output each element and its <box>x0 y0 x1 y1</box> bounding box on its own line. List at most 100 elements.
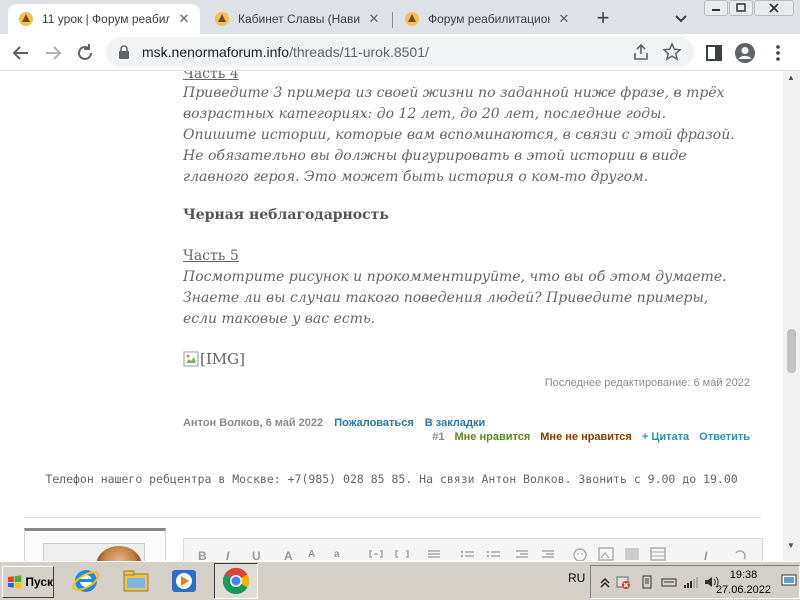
outdent-icon[interactable] <box>514 549 530 559</box>
reply-button[interactable]: Ответить <box>699 431 750 443</box>
taskbar-explorer[interactable] <box>118 563 154 599</box>
language-indicator[interactable]: RU <box>568 571 585 585</box>
tab-forum-lesson[interactable]: 11 урок | Форум реабили ✕ <box>8 4 200 34</box>
bullet-list-icon[interactable] <box>460 549 476 559</box>
report-link[interactable]: Пожаловаться <box>334 417 414 429</box>
smiley-icon[interactable] <box>572 547 588 561</box>
media-insert-icon[interactable] <box>624 547 640 561</box>
back-arrow-icon[interactable] <box>10 42 32 64</box>
file-explorer-icon <box>123 570 149 592</box>
clock[interactable]: 19:38 27.06.2022 <box>716 568 771 598</box>
italic-button[interactable]: I <box>226 549 229 561</box>
tab-title: Кабинет Славы (Нави) | ( <box>238 12 360 26</box>
forum-favicon-icon <box>405 12 419 26</box>
signal-bars-icon[interactable] <box>683 574 699 590</box>
start-label: Пуск <box>25 575 53 589</box>
reload-icon[interactable] <box>74 42 96 64</box>
share-icon[interactable] <box>632 43 650 61</box>
side-panel-icon[interactable] <box>703 42 725 64</box>
dislike-button[interactable]: Мне не нравится <box>540 431 632 443</box>
reply-editor-toolbar: B I U A A a I <box>183 538 763 561</box>
chrome-icon <box>222 567 250 595</box>
start-button[interactable]: Пуск <box>2 566 54 598</box>
url-path: /threads/11-urok.8501/ <box>289 44 429 60</box>
bookmark-link[interactable]: В закладки <box>425 417 485 429</box>
taskbar-media-player[interactable] <box>166 563 202 599</box>
indent-icon[interactable] <box>540 549 556 559</box>
tab-close-icon[interactable]: ✕ <box>176 11 192 27</box>
scroll-down-icon[interactable]: ▼ <box>787 541 795 550</box>
clear-format-button[interactable]: I <box>704 549 707 561</box>
forward-arrow-icon[interactable] <box>42 42 64 64</box>
new-tab-button[interactable]: + <box>591 7 615 31</box>
undo-icon[interactable] <box>732 547 748 561</box>
tray-expand-chevron-icon[interactable] <box>597 574 613 590</box>
divider <box>24 517 761 518</box>
section-heading: Черная неблагодарность <box>183 207 389 223</box>
part4-title: Часть 4 <box>183 71 239 82</box>
lock-icon[interactable] <box>116 44 132 60</box>
table-insert-icon[interactable] <box>650 547 666 561</box>
forum-favicon-icon <box>19 12 33 26</box>
post-author-date[interactable]: Антон Волков, 6 май 2022 <box>183 417 323 429</box>
windows-taskbar: Пуск RU 19:38 27.06.2022 <box>0 561 800 600</box>
font-size-button[interactable]: A <box>308 549 315 560</box>
profile-avatar-icon[interactable] <box>734 42 756 64</box>
url-text[interactable]: msk.nenormaforum.info/threads/11-urok.85… <box>142 44 429 60</box>
font-family-button[interactable]: a <box>334 549 340 560</box>
image-insert-icon[interactable] <box>598 547 614 561</box>
system-tray: 19:38 27.06.2022 <box>590 565 800 599</box>
part4-text: Приведите 3 примера из своей жизни по за… <box>183 85 735 185</box>
tab-strip: 11 урок | Форум реабили ✕ Кабинет Славы … <box>0 0 800 34</box>
unlink-icon[interactable] <box>394 549 410 559</box>
tab-separator <box>392 12 393 28</box>
media-player-icon <box>172 570 196 592</box>
restore-button[interactable] <box>729 0 753 16</box>
scroll-up-icon[interactable]: ▲ <box>787 73 795 82</box>
post-meta: Антон Волков, 6 май 2022 Пожаловаться В … <box>183 417 485 429</box>
close-window-button[interactable] <box>754 0 794 16</box>
part5-title: Часть 5 <box>183 248 239 264</box>
keyboard-icon[interactable] <box>661 574 677 590</box>
image-alt-text: [IMG] <box>200 350 245 368</box>
like-button[interactable]: Мне нравится <box>455 431 531 443</box>
page-scrollbar[interactable]: ▲ ▼ <box>783 71 800 561</box>
link-icon[interactable] <box>368 549 384 559</box>
font-color-button[interactable]: A <box>284 549 293 561</box>
avatar-photo <box>96 546 142 561</box>
underline-button[interactable]: U <box>252 549 261 561</box>
bold-button[interactable]: B <box>198 549 207 561</box>
last-edited-note: Последнее редактирование: 6 май 2022 <box>544 377 750 389</box>
broken-image-icon <box>183 351 199 367</box>
device-icon[interactable] <box>639 574 655 590</box>
footer-phone-note: Телефон нашего ребцентра в Москве: +7(98… <box>45 472 738 486</box>
quote-button[interactable]: + Цитата <box>642 431 689 443</box>
taskbar-chrome[interactable] <box>214 563 258 599</box>
windows-logo-icon <box>7 575 22 589</box>
tab-forum-rehab[interactable]: Форум реабилитационно ✕ <box>394 4 580 34</box>
tab-title: 11 урок | Форум реабили <box>42 12 170 26</box>
clock-time: 19:38 <box>729 569 758 581</box>
network-error-icon[interactable] <box>615 574 631 590</box>
reply-avatar-box <box>24 528 166 561</box>
tab-cabinet[interactable]: Кабинет Славы (Нави) | ( ✕ <box>204 4 390 34</box>
post-number[interactable]: #1 <box>432 431 444 443</box>
minimize-button[interactable] <box>704 0 728 16</box>
numbered-list-icon[interactable] <box>486 549 502 559</box>
taskbar-ie[interactable] <box>68 563 104 599</box>
browser-toolbar: msk.nenormaforum.info/threads/11-urok.85… <box>0 34 800 71</box>
internet-explorer-icon <box>72 570 100 592</box>
clock-date: 27.06.2022 <box>715 584 771 596</box>
tab-close-icon[interactable]: ✕ <box>366 11 382 27</box>
show-desktop-icon[interactable] <box>781 572 797 588</box>
address-bar[interactable]: msk.nenormaforum.info/threads/11-urok.85… <box>106 37 694 67</box>
bookmark-star-icon[interactable] <box>662 42 682 62</box>
tab-close-icon[interactable]: ✕ <box>556 11 572 27</box>
forum-favicon-icon <box>215 12 229 26</box>
part5-text: Посмотрите рисунок и прокомментируйте, ч… <box>183 269 727 327</box>
avatar[interactable] <box>43 543 145 561</box>
menu-kebab-icon[interactable] <box>767 42 789 64</box>
align-icon[interactable] <box>426 549 442 559</box>
tab-search-chevron-icon[interactable] <box>672 9 690 27</box>
scrollbar-thumb[interactable] <box>787 329 796 373</box>
